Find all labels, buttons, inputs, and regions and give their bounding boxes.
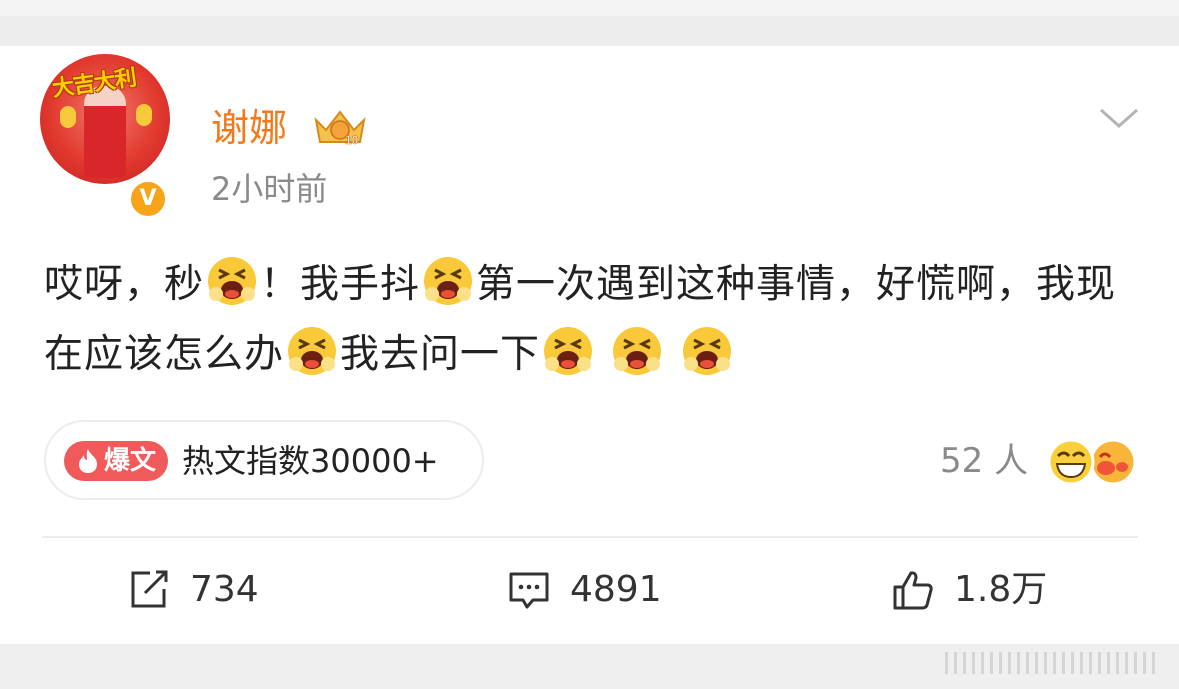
watermark — [945, 652, 1165, 678]
post-timestamp: 2小时前 — [211, 170, 328, 208]
vip-crown-icon: 10 — [314, 110, 366, 147]
hot-index-pill[interactable]: 爆文 热文指数30000+ — [44, 420, 484, 500]
thumbs-up-icon — [893, 571, 933, 610]
lantern-decoration — [136, 104, 152, 126]
comment-icon — [509, 572, 549, 609]
hot-index-label: 热文指数30000+ — [182, 442, 439, 480]
like-count: 1.8万 — [954, 569, 1048, 610]
author-name[interactable]: 谢娜 — [211, 104, 287, 152]
post-text-segment: 哎呀，秒 — [44, 262, 205, 307]
crying-face-emoji — [424, 257, 473, 305]
crying-face-emoji — [288, 327, 337, 375]
laughing-face-emoji — [1047, 438, 1095, 486]
top-separator — [0, 0, 1179, 16]
post-text-segment: ！我手抖 — [260, 262, 421, 307]
repost-count: 734 — [190, 569, 259, 610]
crying-face-emoji — [613, 327, 662, 375]
flame-icon — [79, 449, 97, 473]
lantern-decoration — [60, 106, 76, 128]
verified-badge-icon: V — [128, 179, 168, 219]
action-divider — [42, 536, 1138, 538]
crying-face-emoji — [682, 327, 731, 375]
hot-tag-label: 爆文 — [104, 446, 157, 476]
likers-count[interactable]: 52 人 — [940, 439, 1028, 483]
hot-tag: 爆文 — [64, 441, 168, 481]
post-text-segment: 我去问一下 — [340, 332, 541, 377]
crying-face-emoji — [544, 327, 593, 375]
chevron-down-icon[interactable] — [1098, 104, 1140, 132]
repost-icon — [131, 570, 168, 608]
post-content: 哎呀，秒 ！我手抖 第一次遇到这种事情，好慌啊，我现在应该怎么办 我去问一下 — [44, 250, 1144, 390]
crying-face-emoji — [208, 257, 257, 305]
vip-level: 10 — [345, 133, 359, 147]
comment-count: 4891 — [570, 569, 662, 610]
